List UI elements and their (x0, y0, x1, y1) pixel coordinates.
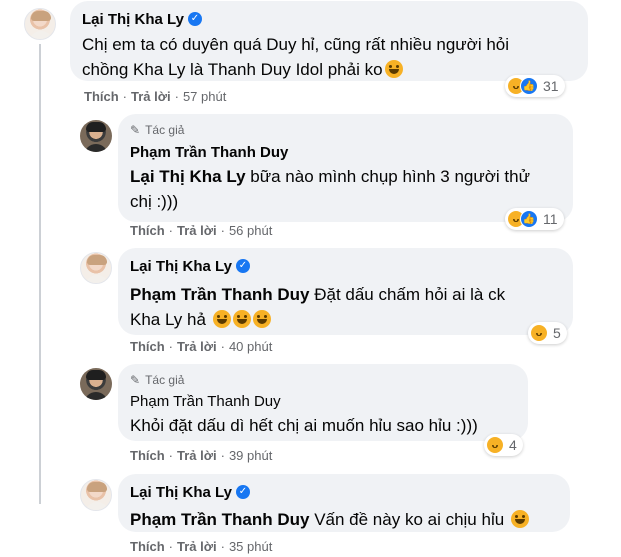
comment-4: ✎ Tác giả Phạm Trần Thanh Duy Khỏi đặt d… (0, 360, 621, 470)
author-role-badge: ✎ Tác giả (130, 372, 516, 388)
reply-action[interactable]: Trả lời (177, 223, 217, 238)
like-action[interactable]: Thích (84, 89, 119, 104)
author-role-label: Tác giả (145, 373, 185, 387)
verified-badge-icon: ✓ (235, 259, 250, 273)
comment-text-line-2: Kha Ly hả (130, 307, 561, 332)
comment-text-line-1: Lại Thị Kha Ly bữa nào mình chụp hình 3 … (130, 164, 561, 189)
comment-5: Lại Thị Kha Ly ✓ Phạm Trần Thanh Duy Vấn… (0, 470, 621, 557)
comment-text-line-1: Phạm Trần Thanh Duy Vấn đề này ko ai chị… (130, 507, 558, 532)
separator-dot: · (168, 447, 174, 463)
mentioned-user[interactable]: Phạm Trần Thanh Duy (130, 510, 309, 529)
comment-timestamp[interactable]: 35 phút (229, 539, 272, 554)
avatar[interactable] (80, 120, 112, 152)
comment-1: Lại Thị Kha Ly ✓ Chị em ta có duyên quá … (0, 0, 621, 110)
comment-text-span: Vấn đề này ko ai chịu hỉu (309, 510, 509, 529)
reaction-summary[interactable]: ᴗ 👍 31 (505, 75, 565, 97)
comment-3: Lại Thị Kha Ly ✓ Phạm Trần Thanh Duy Đặt… (0, 240, 621, 360)
like-reaction-icon: 👍 (520, 77, 538, 95)
comment-timestamp[interactable]: 56 phút (229, 223, 272, 238)
separator-dot: · (220, 538, 225, 554)
rofl-emoji-icon (212, 310, 231, 328)
comment-text-span: Kha Ly hả (130, 310, 211, 329)
comment-text-span: Đặt dấu chấm hỏi ai là ck (309, 285, 506, 304)
separator-dot: · (122, 88, 128, 104)
reply-action[interactable]: Trả lời (131, 89, 171, 104)
comment-2: ✎ Tác giả Phạm Trần Thanh Duy Lại Thị Kh… (0, 110, 621, 240)
comment-timestamp[interactable]: 57 phút (183, 89, 226, 104)
comment-actions: Thích · Trả lời · 57 phút (84, 87, 226, 105)
comment-actions: Thích · Trả lời · 39 phút (130, 446, 272, 464)
separator-dot: · (220, 222, 225, 238)
comment-text-line-1: Khỏi đặt dấu dì hết chị ai muốn hỉu sao … (130, 416, 478, 435)
haha-reaction-icon: ᴗ (486, 436, 504, 454)
comment-timestamp[interactable]: 39 phút (229, 448, 272, 463)
comment-bubble: Lại Thị Kha Ly ✓ Phạm Trần Thanh Duy Đặt… (118, 248, 573, 335)
comment-actions: Thích · Trả lời · 56 phút (130, 221, 272, 239)
reaction-summary[interactable]: ᴗ 👍 11 (505, 208, 564, 230)
reaction-count: 5 (553, 325, 561, 341)
rofl-emoji-icon (384, 60, 403, 78)
reaction-count: 31 (543, 78, 559, 94)
comment-text-line-1: Chị em ta có duyên quá Duy hỉ, cũng rất … (82, 35, 510, 54)
reaction-summary[interactable]: ᴗ 5 (528, 322, 567, 344)
separator-dot: · (168, 338, 174, 354)
comment-text-line-2: chồng Kha Ly là Thanh Duy Idol phải ko (82, 57, 576, 82)
mentioned-user[interactable]: Lại Thị Kha Ly (130, 167, 246, 186)
rofl-emoji-icon (232, 310, 251, 328)
comment-bubble: Lại Thị Kha Ly ✓ Phạm Trần Thanh Duy Vấn… (118, 474, 570, 532)
comment-timestamp[interactable]: 40 phút (229, 339, 272, 354)
like-action[interactable]: Thích (130, 448, 165, 463)
comment-bubble: ✎ Tác giả Phạm Trần Thanh Duy Khỏi đặt d… (118, 364, 528, 441)
comment-actions: Thích · Trả lời · 35 phút (130, 537, 272, 555)
comment-text-line-2: chị :))) (130, 192, 179, 211)
like-action[interactable]: Thích (130, 223, 165, 238)
comment-text-line-1: Phạm Trần Thanh Duy Đặt dấu chấm hỏi ai … (130, 282, 561, 307)
comment-text-span: bữa nào mình chụp hình 3 người thử (245, 167, 530, 186)
comment-bubble: Lại Thị Kha Ly ✓ Chị em ta có duyên quá … (70, 1, 588, 81)
reply-action[interactable]: Trả lời (177, 339, 217, 354)
like-reaction-icon: 👍 (520, 210, 538, 228)
separator-dot: · (168, 538, 174, 554)
rofl-emoji-icon (252, 310, 271, 328)
separator-dot: · (168, 222, 174, 238)
pen-icon: ✎ (130, 373, 141, 387)
author-role-label: Tác giả (145, 123, 185, 137)
comment-actions: Thích · Trả lời · 40 phút (130, 337, 272, 355)
reply-action[interactable]: Trả lời (177, 539, 217, 554)
author-role-badge: ✎ Tác giả (130, 122, 561, 138)
reply-action[interactable]: Trả lời (177, 448, 217, 463)
comment-bubble: ✎ Tác giả Phạm Trần Thanh Duy Lại Thị Kh… (118, 114, 573, 222)
comment-author[interactable]: Phạm Trần Thanh Duy (130, 144, 288, 161)
comment-author[interactable]: Lại Thị Kha Ly (130, 484, 232, 501)
comment-author[interactable]: Lại Thị Kha Ly (130, 258, 232, 275)
separator-dot: · (220, 338, 225, 354)
reaction-count: 4 (509, 437, 517, 453)
haha-reaction-icon: ᴗ (530, 324, 548, 342)
avatar[interactable] (80, 368, 112, 400)
avatar[interactable] (80, 252, 112, 284)
reaction-summary[interactable]: ᴗ 4 (484, 434, 523, 456)
pen-icon: ✎ (130, 123, 141, 137)
comment-text-span: chồng Kha Ly là Thanh Duy Idol phải ko (82, 60, 383, 79)
avatar[interactable] (80, 479, 112, 511)
avatar[interactable] (24, 8, 56, 40)
mentioned-user[interactable]: Phạm Trần Thanh Duy (130, 285, 309, 304)
rofl-emoji-icon (510, 510, 529, 528)
like-action[interactable]: Thích (130, 539, 165, 554)
comment-author[interactable]: Lại Thị Kha Ly (82, 11, 184, 28)
reaction-count: 11 (543, 211, 558, 227)
like-action[interactable]: Thích (130, 339, 165, 354)
separator-dot: · (220, 447, 225, 463)
comment-author: Phạm Trần Thanh Duy (130, 392, 281, 410)
separator-dot: · (174, 88, 179, 104)
verified-badge-icon: ✓ (187, 12, 202, 26)
verified-badge-icon: ✓ (235, 485, 250, 499)
